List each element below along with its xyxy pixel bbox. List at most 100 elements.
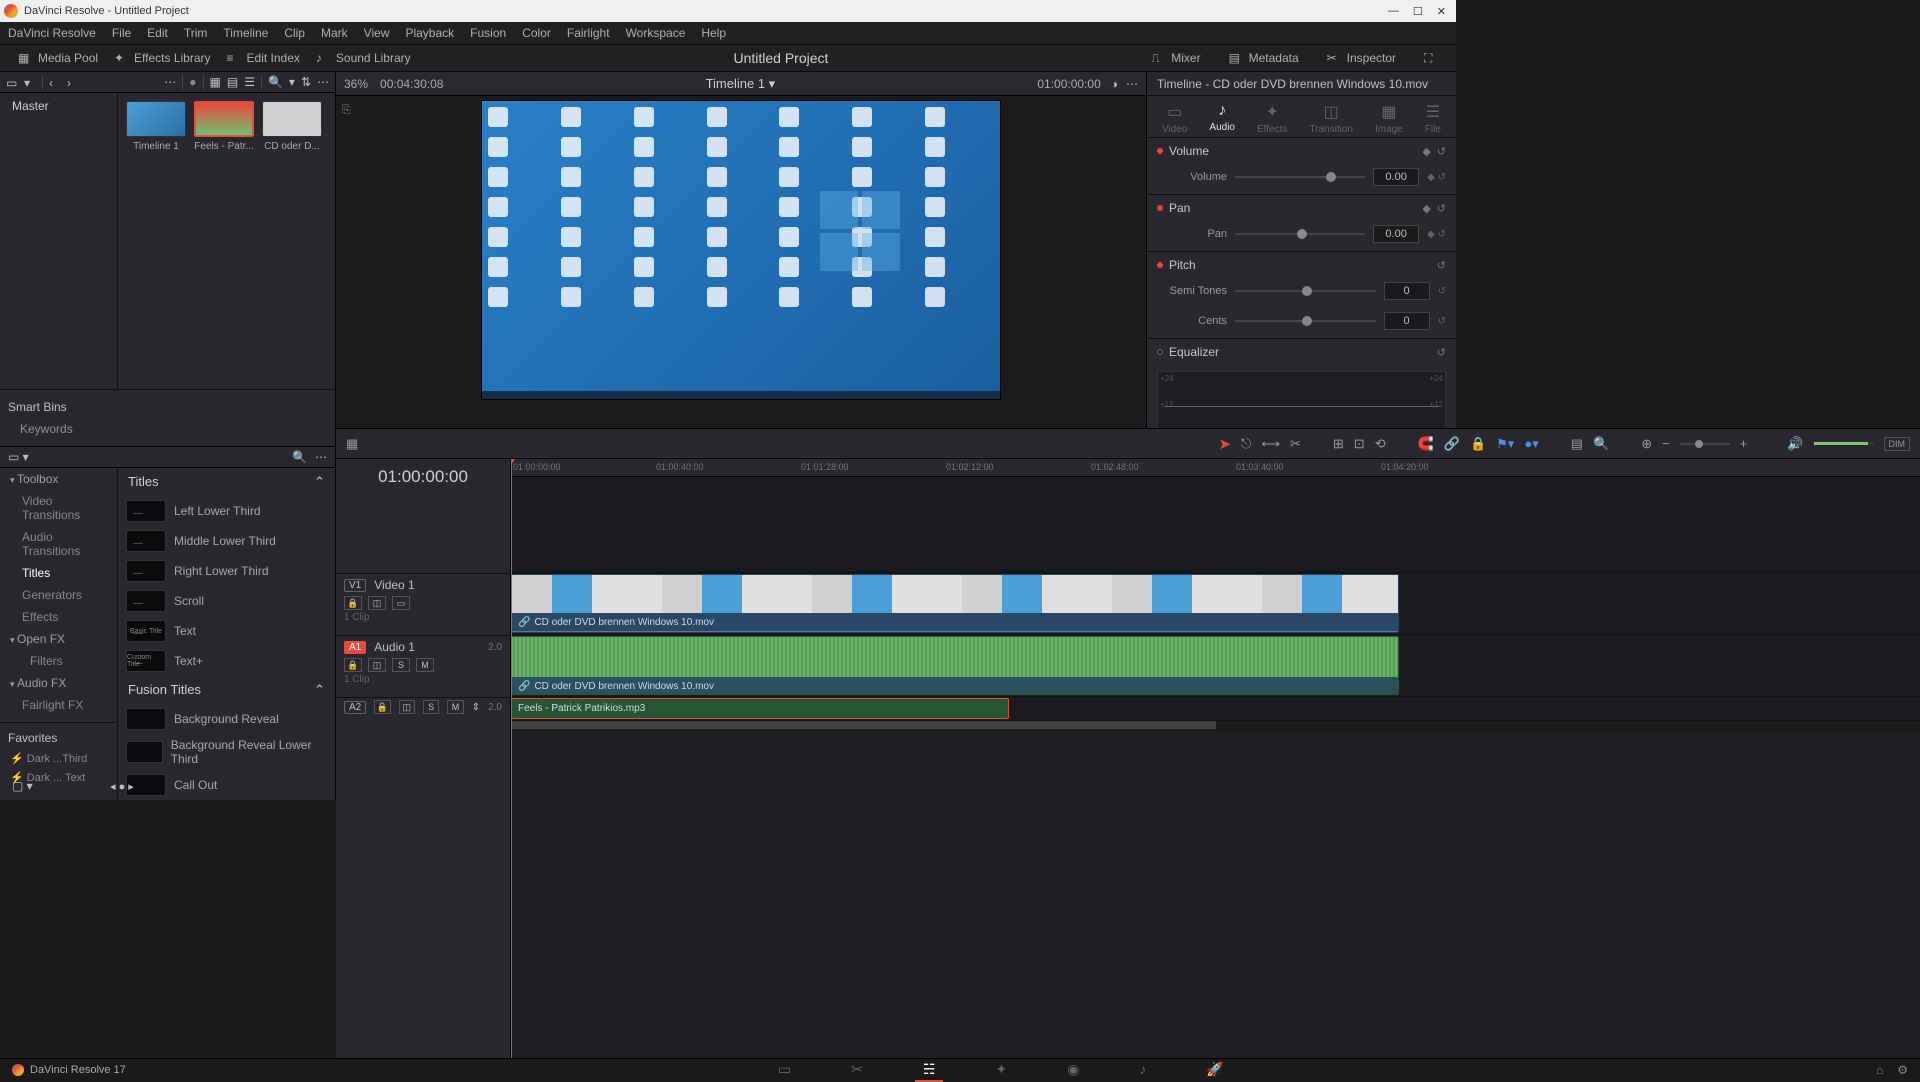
inspector-toggle[interactable]: ✂Inspector bbox=[1319, 49, 1404, 67]
link-icon[interactable]: 🔗 bbox=[1444, 436, 1460, 452]
a2-mute[interactable]: M bbox=[447, 700, 463, 714]
master-bin[interactable]: Master bbox=[0, 93, 117, 119]
view-list-icon[interactable]: ☰ bbox=[244, 75, 255, 89]
title-left-lower-third[interactable]: Left Lower Third bbox=[118, 496, 335, 526]
collapse-icon[interactable]: ⌃ bbox=[314, 474, 325, 490]
fairlightfx-node[interactable]: Fairlight FX bbox=[0, 694, 117, 716]
volume-slider[interactable] bbox=[1235, 176, 1365, 178]
menu-davinci[interactable]: DaVinci Resolve bbox=[8, 26, 96, 40]
title-text[interactable]: Basic TitleText bbox=[118, 616, 335, 646]
title-scroll[interactable]: Scroll bbox=[118, 586, 335, 616]
lock-icon[interactable]: 🔒 bbox=[1470, 436, 1486, 452]
titles-node[interactable]: Titles bbox=[0, 562, 117, 584]
a1-mute[interactable]: M bbox=[416, 658, 434, 672]
nudge-controls[interactable]: ◂ ● ▸ bbox=[110, 780, 134, 793]
video-clip[interactable]: 🔗CD oder DVD brennen Windows 10.mov bbox=[511, 574, 1399, 633]
metadata-toggle[interactable]: ▤Metadata bbox=[1221, 49, 1307, 67]
page-color[interactable]: ◉ bbox=[1067, 1061, 1079, 1078]
selection-tool-icon[interactable]: ➤ bbox=[1218, 435, 1231, 453]
pan-reset-icon[interactable]: ↺ bbox=[1437, 202, 1446, 215]
v1-lock-icon[interactable]: 🔒 bbox=[344, 596, 362, 610]
overwrite-clip-icon[interactable]: ⊡ bbox=[1354, 436, 1365, 452]
record-icon[interactable]: ● bbox=[189, 75, 196, 89]
inspector-tab-transition[interactable]: ◫Transition bbox=[1309, 102, 1353, 135]
clip-timeline1[interactable]: Timeline 1 bbox=[126, 101, 186, 152]
toolbox-node[interactable]: Toolbox bbox=[0, 468, 117, 490]
program-viewer[interactable] bbox=[481, 100, 1001, 400]
eq-reset-icon[interactable]: ↺ bbox=[1437, 346, 1446, 359]
dynamic-trim-icon[interactable]: ⟷ bbox=[1261, 436, 1280, 452]
track-header-a1[interactable]: A1Audio 12.0 🔒◫SM 1 Clip bbox=[336, 635, 510, 697]
volume-reset-icon[interactable]: ↺ bbox=[1437, 145, 1446, 158]
audio-clip-a2[interactable]: Feels - Patrick Patrikios.mp3 bbox=[511, 698, 1009, 719]
pan-section[interactable]: Pan bbox=[1169, 201, 1416, 215]
title-text-plus[interactable]: Custom TitleText+ bbox=[118, 646, 335, 676]
title-middle-lower-third[interactable]: Middle Lower Third bbox=[118, 526, 335, 556]
pitch-section[interactable]: Pitch bbox=[1169, 258, 1431, 272]
page-fusion[interactable]: ✦ bbox=[995, 1061, 1007, 1078]
menu-edit[interactable]: Edit bbox=[147, 26, 168, 40]
window-minimize-button[interactable]: — bbox=[1388, 5, 1399, 18]
bin-dropdown-icon[interactable]: ▾ bbox=[24, 76, 36, 88]
page-edit[interactable]: ☵ bbox=[923, 1061, 936, 1078]
view-strip-icon[interactable]: ▤ bbox=[227, 75, 238, 89]
inspector-tab-file[interactable]: ☰File bbox=[1425, 102, 1441, 135]
inspector-tab-effects[interactable]: ✦Effects bbox=[1257, 102, 1287, 135]
nav-fwd-icon[interactable]: › bbox=[67, 76, 79, 88]
bin-list-icon[interactable]: ▭ bbox=[6, 76, 18, 88]
track-header-v1[interactable]: V1Video 1 🔒◫▭ 1 Clip bbox=[336, 573, 510, 635]
clip-feels[interactable]: Feels - Patr... bbox=[194, 101, 254, 152]
dim-button[interactable]: DIM bbox=[1884, 437, 1911, 451]
menu-timeline[interactable]: Timeline bbox=[223, 26, 268, 40]
inspector-tab-audio[interactable]: ♪Audio bbox=[1209, 102, 1235, 135]
pitch-reset-icon[interactable]: ↺ bbox=[1437, 259, 1446, 272]
trim-tool-icon[interactable]: ⎋ bbox=[1241, 436, 1251, 452]
a2-auto-select[interactable]: ◫ bbox=[399, 700, 415, 714]
page-media[interactable]: ▭ bbox=[778, 1061, 791, 1078]
clip-cd-dvd[interactable]: CD oder D... bbox=[262, 101, 322, 152]
cents-slider[interactable] bbox=[1235, 320, 1376, 322]
fusion-titles-header[interactable]: Fusion Titles⌃ bbox=[118, 676, 335, 704]
a2-solo[interactable]: S bbox=[423, 700, 439, 714]
window-close-button[interactable]: ✕ bbox=[1437, 5, 1446, 18]
blade-tool-icon[interactable]: ✂ bbox=[1290, 436, 1301, 452]
index-icon[interactable]: ▤ bbox=[1571, 436, 1583, 452]
window-maximize-button[interactable]: ☐ bbox=[1413, 5, 1423, 18]
fusion-bg-reveal-lt[interactable]: Background Reveal Lower Third bbox=[118, 734, 335, 770]
more-icon[interactable]: ⋯ bbox=[317, 75, 329, 89]
title-right-lower-third[interactable]: Right Lower Third bbox=[118, 556, 335, 586]
effects-node[interactable]: Effects bbox=[0, 606, 117, 628]
menu-workspace[interactable]: Workspace bbox=[626, 26, 686, 40]
insert-clip-icon[interactable]: ⊞ bbox=[1333, 436, 1344, 452]
a1-lock-icon[interactable]: 🔒 bbox=[344, 658, 362, 672]
volume-kf-toggle[interactable]: ◆ ↺ bbox=[1427, 172, 1446, 183]
menu-playback[interactable]: Playback bbox=[405, 26, 454, 40]
fx-panel-toggle-icon[interactable]: ▭ ▾ bbox=[8, 450, 29, 464]
timeline-scrollbar[interactable] bbox=[511, 721, 1920, 731]
pan-keyframe-icon[interactable]: ◆ bbox=[1422, 202, 1430, 215]
viewer-options-icon[interactable]: ⋯ bbox=[1126, 77, 1138, 91]
openfx-node[interactable]: Open FX bbox=[0, 628, 117, 650]
media-pool-toggle[interactable]: ▦Media Pool bbox=[10, 49, 106, 67]
cents-value[interactable]: 0 bbox=[1384, 312, 1430, 330]
project-settings-icon[interactable]: ⚙ bbox=[1897, 1063, 1908, 1077]
generators-node[interactable]: Generators bbox=[0, 584, 117, 606]
view-thumb-icon[interactable]: ▦ bbox=[210, 75, 221, 89]
menu-clip[interactable]: Clip bbox=[284, 26, 305, 40]
flag-dropdown[interactable]: ⚑▾ bbox=[1496, 436, 1514, 452]
a1-auto-select[interactable]: ◫ bbox=[368, 658, 386, 672]
audio-transitions[interactable]: Audio Transitions bbox=[0, 526, 117, 562]
viewer-bypass-icon[interactable]: ◑ bbox=[1111, 77, 1118, 91]
match-frame-icon[interactable]: ⎘ bbox=[342, 104, 351, 117]
filters-node[interactable]: Filters bbox=[0, 650, 117, 672]
pan-kf-toggle[interactable]: ◆ ↺ bbox=[1427, 229, 1446, 240]
smart-bin-keywords[interactable]: Keywords bbox=[0, 418, 335, 440]
search-timeline-icon[interactable]: 🔍 bbox=[1593, 436, 1609, 452]
v1-disable[interactable]: ▭ bbox=[392, 596, 410, 610]
a1-solo[interactable]: S bbox=[392, 658, 410, 672]
volume-value[interactable]: 0.00 bbox=[1373, 168, 1419, 186]
volume-section[interactable]: Volume bbox=[1169, 144, 1416, 158]
v1-auto-select[interactable]: ◫ bbox=[368, 596, 386, 610]
zoom-slider[interactable] bbox=[1680, 443, 1730, 445]
semitones-slider[interactable] bbox=[1235, 290, 1376, 292]
